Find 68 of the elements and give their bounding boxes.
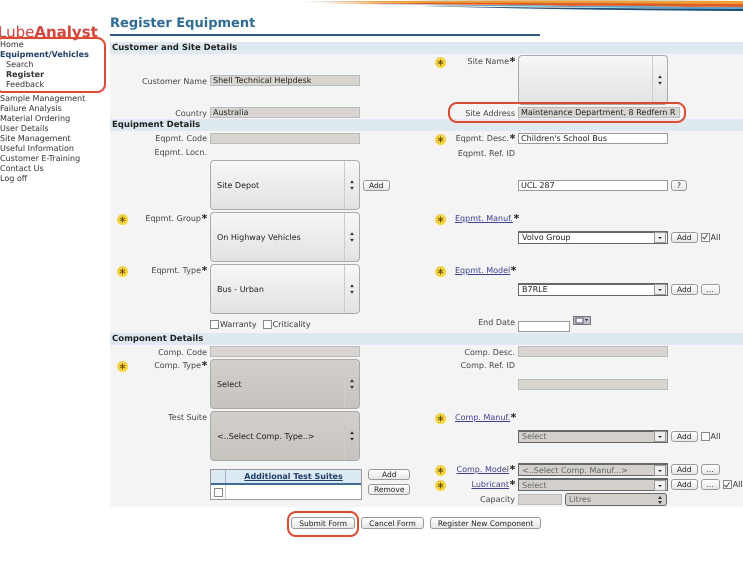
field-label: End Date xyxy=(478,318,515,327)
field-label: Customer Name xyxy=(142,76,207,86)
required-mark-icon xyxy=(510,465,515,470)
required-mark-icon xyxy=(510,134,515,139)
page-title: Register Equipment xyxy=(110,16,540,36)
nav-link[interactable]: Sample Management xyxy=(0,94,108,104)
dropdown[interactable]: B7RLE xyxy=(518,282,668,296)
nav-link[interactable]: Register xyxy=(0,70,108,80)
required-mark-icon xyxy=(202,361,207,366)
listbox[interactable]: Bus - Urban xyxy=(210,264,360,314)
check-icon xyxy=(724,482,730,488)
nav-link[interactable]: Search xyxy=(0,60,108,70)
field-label: Comp. Ref. ID xyxy=(460,361,515,370)
checkbox-label: Warranty xyxy=(220,320,257,328)
field-label: Comp. Code xyxy=(158,348,207,357)
nav-link[interactable]: Failure Analysis xyxy=(0,104,108,114)
dropdown[interactable]: Volvo Group xyxy=(518,230,668,244)
check-icon xyxy=(702,234,708,240)
field-label: Eqpmt. Locn. xyxy=(154,148,207,157)
required-mark-icon xyxy=(510,57,515,62)
section-header: Equipment Details xyxy=(110,119,743,131)
checkbox[interactable] xyxy=(214,488,222,496)
text-field[interactable]: Children's School Bus xyxy=(518,133,668,144)
field-label: Eqpmt. Group xyxy=(145,214,201,223)
field-label: Site Address xyxy=(465,109,515,118)
required-mark-icon xyxy=(514,214,519,219)
field-link[interactable]: Eqpmt. Manuf. xyxy=(455,214,513,223)
checkbox[interactable] xyxy=(262,320,272,328)
calendar-button[interactable] xyxy=(573,316,591,325)
nav-link[interactable]: Site Management xyxy=(0,134,108,144)
field-label: Eqpmt. Ref. ID xyxy=(458,149,515,158)
checkbox[interactable] xyxy=(700,232,710,242)
required-mark-icon xyxy=(511,266,516,271)
field-label: Eqpmt. Type xyxy=(151,266,201,275)
checkbox-label: Criticality xyxy=(272,320,311,328)
section-header: Customer and Site Details xyxy=(110,42,743,54)
field-label: Eqpmt. Desc. xyxy=(456,134,509,143)
checkbox-label: All xyxy=(710,232,720,242)
required-mark-icon xyxy=(202,214,207,219)
required-mark-icon xyxy=(510,480,515,485)
field-label: Capacity xyxy=(480,495,515,504)
section-header: Component Details xyxy=(110,333,743,345)
nav-link[interactable]: Log off xyxy=(0,174,108,184)
nav-link[interactable]: Useful Information xyxy=(0,144,108,154)
checkbox-label: All xyxy=(732,480,743,489)
required-mark-icon xyxy=(511,413,516,418)
checkbox-label: All xyxy=(710,432,720,440)
nav-link[interactable]: Equipment/Vehicles xyxy=(0,50,108,60)
field-label: Country xyxy=(175,109,207,118)
checkbox[interactable] xyxy=(210,320,219,328)
field-label: Test Suite xyxy=(168,413,207,422)
listbox[interactable]: Site Depot xyxy=(210,160,360,210)
nav-link[interactable]: User Details xyxy=(0,124,108,134)
nav-link[interactable]: Contact Us xyxy=(0,164,108,174)
nav-link[interactable]: Customer E-Training xyxy=(0,154,108,164)
nav-link[interactable]: Home xyxy=(0,40,108,50)
text-field[interactable]: UCL 287 xyxy=(518,180,668,190)
listbox[interactable] xyxy=(518,55,668,105)
nav-link[interactable]: Feedback xyxy=(0,80,108,90)
updown-arrows-icon xyxy=(657,496,663,504)
field-label: Comp. Type xyxy=(154,361,201,370)
nav-link[interactable]: Material Ordering xyxy=(0,114,108,124)
required-mark-icon xyxy=(202,266,207,271)
field-label: Eqpmt. Code xyxy=(155,134,207,143)
field-label: Site Name xyxy=(467,57,509,66)
field-link[interactable]: Eqpmt. Model xyxy=(455,266,510,275)
date-field[interactable] xyxy=(518,321,570,332)
field-label: Comp. Desc. xyxy=(464,348,515,357)
